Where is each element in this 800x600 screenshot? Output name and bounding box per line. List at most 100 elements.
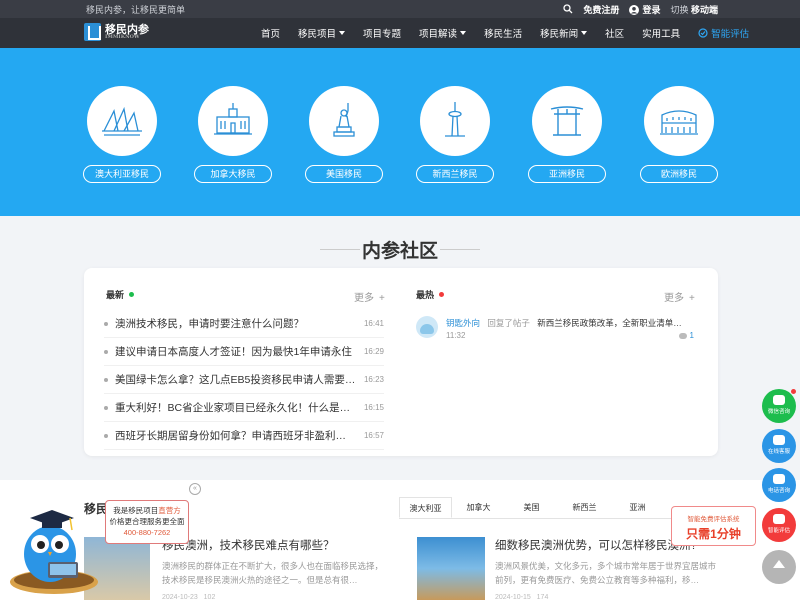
headset-icon bbox=[773, 435, 785, 445]
hot-header: 最热 bbox=[416, 288, 445, 301]
collapse-icon[interactable]: « bbox=[189, 483, 201, 495]
post-title[interactable]: 新西兰移民政策改革，全新职业清单… bbox=[537, 318, 682, 328]
online-service-button[interactable]: 在线客服 bbox=[762, 429, 796, 463]
notification-dot bbox=[791, 389, 796, 394]
country-europe[interactable]: 欧洲移民 bbox=[634, 86, 724, 183]
site-slogan: 移民内参，让移民更简单 bbox=[86, 5, 186, 15]
login-link[interactable]: 登录 bbox=[629, 3, 660, 16]
logo-mark-icon bbox=[84, 23, 101, 41]
login-label: 登录 bbox=[642, 5, 661, 15]
bullet-icon bbox=[104, 433, 108, 438]
post-action: 回复了帖子 bbox=[487, 318, 530, 328]
article-desc: 澳洲风景优美，文化多元，多个城市常年居于世界宜居城市前列，更有免费医疗、免费公立… bbox=[495, 561, 717, 585]
clipboard-icon bbox=[773, 514, 785, 524]
country-australia[interactable]: 澳大利亚移民 bbox=[77, 86, 167, 183]
tab-asia[interactable]: 亚洲 bbox=[611, 497, 664, 518]
wechat-consult-button[interactable]: 微信咨询 bbox=[762, 389, 796, 423]
plus-icon: + bbox=[379, 293, 385, 304]
article-meta: 2024-10-15 174 bbox=[495, 594, 549, 600]
chevron-down-icon bbox=[581, 31, 588, 35]
chevron-down-icon bbox=[339, 31, 346, 35]
bullet-icon bbox=[104, 349, 108, 354]
country-label: 新西兰移民 bbox=[416, 165, 494, 183]
search-icon[interactable] bbox=[563, 3, 573, 16]
chevron-down-icon bbox=[460, 31, 467, 35]
post-time: 11:32 bbox=[446, 331, 466, 340]
nav-item-home[interactable]: 首页 bbox=[252, 26, 289, 40]
hot-dot-icon bbox=[439, 292, 445, 297]
site-logo[interactable]: 移民内参 IMMIKNOW bbox=[84, 23, 149, 41]
eval-icon bbox=[698, 28, 708, 38]
community-panel: 最新 更多 + 澳洲技术移民，申请时要注意什么问题？ 16:41 建议申请日本高度人… bbox=[84, 268, 718, 456]
list-item[interactable]: 澳洲技术移民，申请时要注意什么问题？ 16:41 bbox=[104, 310, 384, 338]
torii-gate-icon bbox=[550, 106, 584, 136]
statue-of-liberty-icon bbox=[333, 103, 355, 137]
parliament-icon bbox=[214, 103, 252, 135]
nav-item-analysis[interactable]: 项目解读 bbox=[410, 26, 475, 40]
tab-canada[interactable]: 加拿大 bbox=[452, 497, 505, 518]
tab-usa[interactable]: 美国 bbox=[505, 497, 558, 518]
list-item[interactable]: 美国绿卡怎么拿？这几点EB5投资移民申请人需要了解 16:23 bbox=[104, 366, 384, 394]
nav-menu: 首页 移民项目 项目专题 项目解读 移民生活 移民新闻 社区 实用工具 智能评估 bbox=[252, 18, 758, 48]
colosseum-icon bbox=[660, 110, 698, 135]
nav-item-news[interactable]: 移民新闻 bbox=[531, 26, 596, 40]
country-usa[interactable]: 美国移民 bbox=[299, 86, 389, 183]
reply-count: 1 bbox=[678, 331, 694, 340]
nav-item-eval[interactable]: 智能评估 bbox=[689, 26, 758, 40]
top-bar-actions: 免费注册 登录 切换 移动端 bbox=[563, 3, 718, 16]
article-meta: 2024-10-23 102 bbox=[162, 594, 216, 600]
latest-more-link[interactable]: 更多 + bbox=[354, 289, 385, 304]
latest-dot-icon bbox=[129, 292, 135, 297]
switch-label: 切换 bbox=[670, 5, 689, 15]
wechat-icon bbox=[773, 395, 785, 405]
nav-item-topics[interactable]: 项目专题 bbox=[354, 26, 410, 40]
nav-item-projects[interactable]: 移民项目 bbox=[289, 26, 354, 40]
bullet-icon bbox=[104, 377, 108, 382]
arrow-up-icon bbox=[773, 560, 785, 568]
country-canada[interactable]: 加拿大移民 bbox=[188, 86, 278, 183]
bullet-icon bbox=[104, 405, 108, 410]
phone-icon bbox=[773, 474, 785, 484]
sydney-opera-icon bbox=[102, 106, 142, 136]
plus-icon: + bbox=[689, 293, 695, 304]
region-tabs: 澳大利亚 加拿大 美国 新西兰 亚洲 bbox=[399, 497, 717, 519]
avatar[interactable] bbox=[416, 316, 438, 338]
smart-eval-button[interactable]: 智能评估 bbox=[762, 508, 796, 542]
article-thumbnail[interactable] bbox=[417, 537, 485, 600]
list-item[interactable]: 重大利好！BC省企业家项目已经永久化！什么是永久化 16:15 bbox=[104, 394, 384, 422]
tab-newzealand[interactable]: 新西兰 bbox=[558, 497, 611, 518]
owl-mascot-icon[interactable] bbox=[8, 494, 108, 594]
article-title[interactable]: 细数移民澳洲优势，可以怎样移民澳洲? bbox=[495, 537, 697, 553]
community-title: 内参社区 bbox=[0, 236, 800, 263]
consult-phone[interactable]: 400-880-7262 bbox=[106, 527, 188, 538]
eval-promo-box[interactable]: 智能免费评估系统 只需1分钟 bbox=[671, 506, 756, 546]
main-navbar: 移民内参 IMMIKNOW 首页 移民项目 项目专题 项目解读 移民生活 移民新闻… bbox=[0, 18, 800, 48]
user-icon bbox=[629, 4, 640, 15]
article-desc: 澳洲移民的群体正在不断扩大，很多人也在面临移民选择，技术移民是移民澳洲火热的途径… bbox=[162, 561, 384, 585]
consult-box[interactable]: 我是移民项目直营方 价格更合理服务更全面 400-880-7262 bbox=[105, 500, 189, 544]
tab-australia[interactable]: 澳大利亚 bbox=[399, 497, 452, 518]
phone-consult-button[interactable]: 电话咨询 bbox=[762, 468, 796, 502]
post-user[interactable]: 钥匙外向 bbox=[446, 318, 480, 328]
hot-more-link[interactable]: 更多 + bbox=[664, 289, 695, 304]
nav-item-tools[interactable]: 实用工具 bbox=[633, 26, 689, 40]
mobile-switch[interactable]: 切换 移动端 bbox=[670, 3, 718, 16]
list-item[interactable]: 建议申请日本高度人才签证！因为最快1年申请永住 16:29 bbox=[104, 338, 384, 366]
latest-list: 澳洲技术移民，申请时要注意什么问题？ 16:41 建议申请日本高度人才签证！因为最… bbox=[104, 310, 384, 450]
nav-item-community[interactable]: 社区 bbox=[596, 26, 633, 40]
top-bar: 移民内参，让移民更简单 免费注册 登录 切换 移动端 bbox=[0, 0, 800, 18]
country-label: 欧洲移民 bbox=[640, 165, 718, 183]
country-newzealand[interactable]: 新西兰移民 bbox=[410, 86, 500, 183]
latest-header: 最新 bbox=[106, 288, 135, 301]
country-asia[interactable]: 亚洲移民 bbox=[522, 86, 612, 183]
sky-tower-icon bbox=[445, 102, 465, 137]
country-label: 美国移民 bbox=[305, 165, 383, 183]
country-label: 澳大利亚移民 bbox=[83, 165, 161, 183]
list-item[interactable]: 西班牙长期居留身份如何拿？申请西班牙非盈利居留 16:57 bbox=[104, 422, 384, 450]
register-link[interactable]: 免费注册 bbox=[583, 3, 619, 16]
back-to-top-button[interactable] bbox=[762, 550, 796, 584]
comment-icon bbox=[678, 332, 687, 339]
country-label: 亚洲移民 bbox=[528, 165, 606, 183]
nav-item-life[interactable]: 移民生活 bbox=[475, 26, 531, 40]
logo-text: 移民内参 IMMIKNOW bbox=[105, 23, 149, 40]
